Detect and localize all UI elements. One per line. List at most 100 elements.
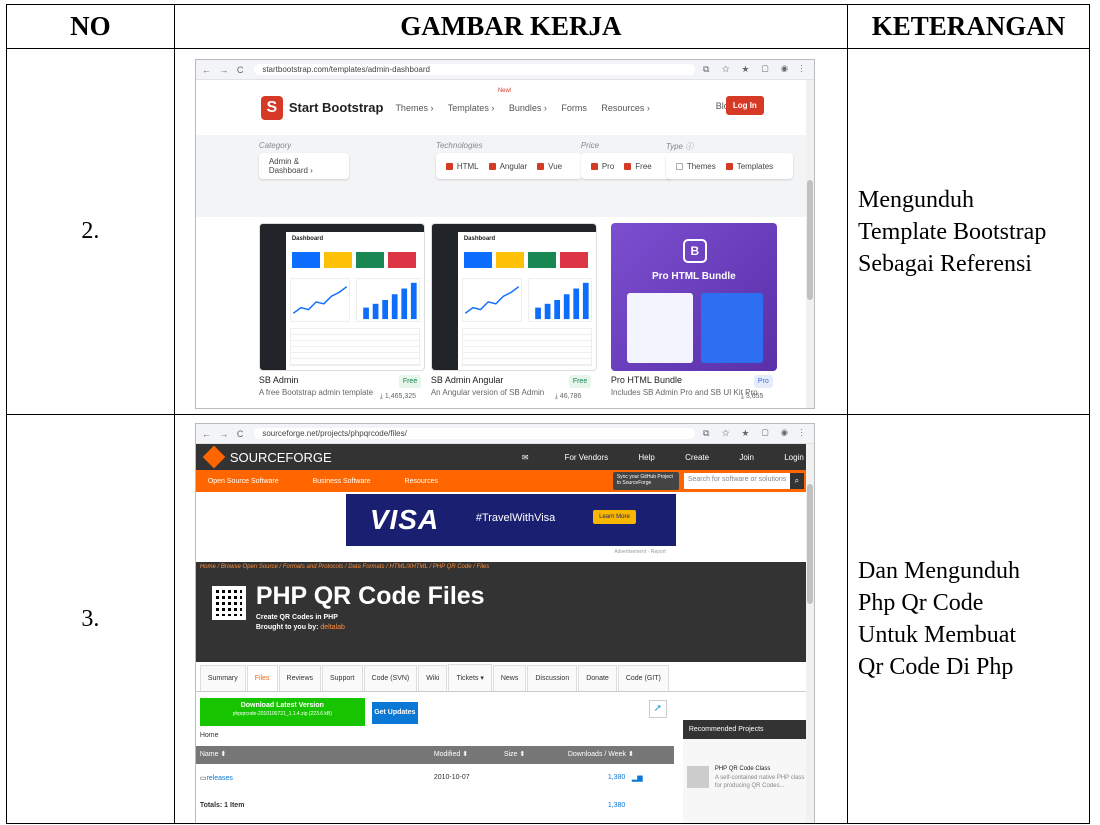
tab-code-svn[interactable]: Code (SVN) bbox=[363, 665, 418, 691]
card-title[interactable]: SB Admin bbox=[259, 375, 373, 385]
rss-icon[interactable]: ➚ bbox=[648, 700, 667, 718]
nav-resources[interactable]: Resources › bbox=[601, 103, 650, 113]
visa-ad-banner[interactable]: VISA #TravelWithVisa Learn More bbox=[345, 494, 676, 546]
download-count: ⤓ 3,655 bbox=[740, 393, 764, 400]
nav-forms[interactable]: Forms bbox=[561, 103, 587, 113]
checkbox-icon[interactable] bbox=[725, 162, 733, 170]
tab-files[interactable]: Files bbox=[246, 665, 278, 691]
browser-toolbar-icons[interactable]: ⧉ ☆ ★ ▢ ◉ ⋮ bbox=[703, 428, 808, 439]
download-latest-button[interactable]: Download Latest Version phpqrcode-201010… bbox=[199, 698, 365, 726]
nav-business-software[interactable]: Business Software bbox=[313, 478, 371, 485]
mail-icon[interactable]: ✉ bbox=[522, 453, 529, 462]
search-icon[interactable]: ⌕ bbox=[789, 473, 804, 489]
tab-donate[interactable]: Donate bbox=[578, 665, 617, 691]
sourceforge-logo-text[interactable]: SOURCEFORGE bbox=[230, 450, 332, 465]
folder-link: ▭releases bbox=[200, 774, 233, 782]
keterangan-line: Dan Mengunduh bbox=[858, 558, 1021, 584]
category-dropdown[interactable]: Admin & Dashboard › bbox=[258, 153, 349, 179]
technologies-filter[interactable]: HTML Angular Vue bbox=[435, 153, 583, 179]
link-create[interactable]: Create bbox=[685, 453, 709, 462]
advertisement: VISA #TravelWithVisa Learn More Advertis… bbox=[195, 492, 814, 562]
header-gambar-kerja: GAMBAR KERJA bbox=[173, 4, 849, 49]
learn-more-button[interactable]: Learn More bbox=[593, 510, 636, 524]
tab-news[interactable]: News bbox=[492, 665, 527, 691]
link-join[interactable]: Join bbox=[739, 453, 754, 462]
pro-bundle-heading: Pro HTML Bundle bbox=[651, 271, 736, 282]
sf-orange-nav: Open Source Software Business Software R… bbox=[195, 470, 814, 492]
tab-reviews[interactable]: Reviews bbox=[278, 665, 321, 691]
new-badge: New! bbox=[497, 88, 512, 94]
recommended-item[interactable]: PHP QR Code Class A self-contained nativ… bbox=[686, 766, 805, 790]
pro-badge: Pro bbox=[753, 375, 773, 388]
screenshot-cell: ← → C sourceforge.net/projects/phpqrcode… bbox=[173, 414, 849, 824]
nav-themes[interactable]: Themes › bbox=[395, 103, 433, 113]
col-size[interactable]: Size ⬍ bbox=[504, 750, 525, 758]
search-placeholder: Search for software or solutions bbox=[687, 476, 787, 483]
checkbox-icon[interactable] bbox=[624, 162, 632, 170]
type-themes: Themes bbox=[686, 161, 716, 171]
tab-code-git[interactable]: Code (GIT) bbox=[617, 665, 669, 691]
nav-bundles[interactable]: Bundles › bbox=[509, 103, 547, 113]
checkbox-icon[interactable] bbox=[445, 162, 453, 170]
browser-toolbar-icons[interactable]: ⧉ ☆ ★ ▢ ◉ ⋮ bbox=[703, 64, 808, 75]
row-modified: 2010-10-07 bbox=[433, 774, 470, 781]
keterangan-line: Sebagai Referensi bbox=[858, 250, 1032, 277]
keterangan-cell: Dan Mengunduh Php Qr Code Untuk Membuat … bbox=[847, 414, 1090, 824]
sb-admin-angular-preview[interactable]: Dashboard bbox=[430, 223, 597, 371]
checkbox-icon[interactable] bbox=[488, 162, 496, 170]
ad-note[interactable]: Advertisement · Report bbox=[614, 549, 665, 555]
download-count: ⤓ 1,465,325 bbox=[379, 393, 416, 400]
browser-nav-icons[interactable]: ← → C bbox=[202, 65, 247, 75]
url-field[interactable]: startbootstrap.com/templates/admin-dashb… bbox=[254, 64, 696, 75]
card-info: Pro HTML Bundle Includes SB Admin Pro and… bbox=[611, 375, 758, 397]
nav-open-source-software[interactable]: Open Source Software bbox=[208, 478, 279, 485]
tab-summary[interactable]: Summary bbox=[199, 665, 246, 691]
col-downloads[interactable]: Downloads / Week ⬍ bbox=[568, 750, 634, 758]
author-link[interactable]: deltalab bbox=[320, 624, 345, 631]
card-desc: Includes SB Admin Pro and SB UI Kit Pro bbox=[610, 388, 758, 397]
free-badge: Free bbox=[398, 375, 422, 388]
chart-icon[interactable]: ▂▆ bbox=[632, 774, 643, 782]
pro-html-bundle-preview[interactable]: B Pro HTML Bundle bbox=[610, 223, 777, 371]
tech-html: HTML bbox=[456, 161, 479, 171]
scrollbar[interactable] bbox=[805, 80, 814, 408]
card-title[interactable]: Pro HTML Bundle bbox=[611, 375, 758, 385]
link-help[interactable]: Help bbox=[638, 453, 654, 462]
link-for-vendors[interactable]: For Vendors bbox=[565, 453, 609, 462]
checkbox-icon[interactable] bbox=[590, 162, 598, 170]
tab-discussion[interactable]: Discussion bbox=[527, 665, 578, 691]
sb-admin-preview[interactable]: Dashboard bbox=[258, 223, 425, 371]
scrollbar[interactable] bbox=[805, 444, 814, 823]
table-row[interactable]: ▭releases 2010-10-07 1,380 ▂▆ bbox=[196, 770, 674, 786]
url-field[interactable]: sourceforge.net/projects/phpqrcode/files… bbox=[254, 428, 696, 439]
brand-name[interactable]: Start Bootstrap bbox=[289, 100, 384, 115]
type-filter[interactable]: Themes Templates bbox=[665, 153, 794, 179]
tab-tickets[interactable]: Tickets ▾ bbox=[448, 664, 492, 691]
nav-resources[interactable]: Resources bbox=[405, 478, 438, 485]
breadcrumb[interactable]: Home / Browse Open Source / Formats and … bbox=[200, 564, 489, 570]
card-title[interactable]: SB Admin Angular bbox=[431, 375, 544, 385]
brought-by: Brought to you by: deltalab bbox=[256, 624, 345, 631]
nav-templates[interactable]: Templates › bbox=[448, 103, 495, 113]
price-filter[interactable]: Pro Free bbox=[580, 153, 672, 179]
table-row: 2. ← → C startbootstrap.com/templates/ad… bbox=[6, 48, 1090, 415]
col-modified[interactable]: Modified ⬍ bbox=[434, 750, 468, 758]
category-value: Admin & Dashboard › bbox=[268, 157, 313, 175]
link-login[interactable]: Login bbox=[784, 453, 804, 462]
github-sync-button[interactable]: Sync your GitHub Project to SourceForge bbox=[612, 472, 679, 490]
row-number: 2. bbox=[6, 48, 175, 415]
login-button[interactable]: Log In bbox=[725, 96, 764, 115]
tab-wiki[interactable]: Wiki bbox=[418, 665, 448, 691]
checkbox-icon[interactable] bbox=[675, 162, 683, 170]
files-breadcrumb-home[interactable]: Home bbox=[200, 732, 219, 739]
tab-support[interactable]: Support bbox=[322, 665, 363, 691]
browser-nav-icons[interactable]: ← → C bbox=[202, 429, 247, 439]
checkbox-icon[interactable] bbox=[537, 162, 545, 170]
qr-code-icon bbox=[211, 586, 246, 620]
search-input[interactable]: Search for software or solutions ⌕ bbox=[683, 473, 804, 489]
get-updates-button[interactable]: Get Updates bbox=[371, 702, 418, 724]
col-name[interactable]: Name ⬍ bbox=[200, 750, 226, 758]
folder-name[interactable]: releases bbox=[206, 775, 232, 782]
rec-title[interactable]: PHP QR Code Class bbox=[715, 766, 805, 772]
sourceforge-screenshot: ← → C sourceforge.net/projects/phpqrcode… bbox=[194, 423, 815, 823]
